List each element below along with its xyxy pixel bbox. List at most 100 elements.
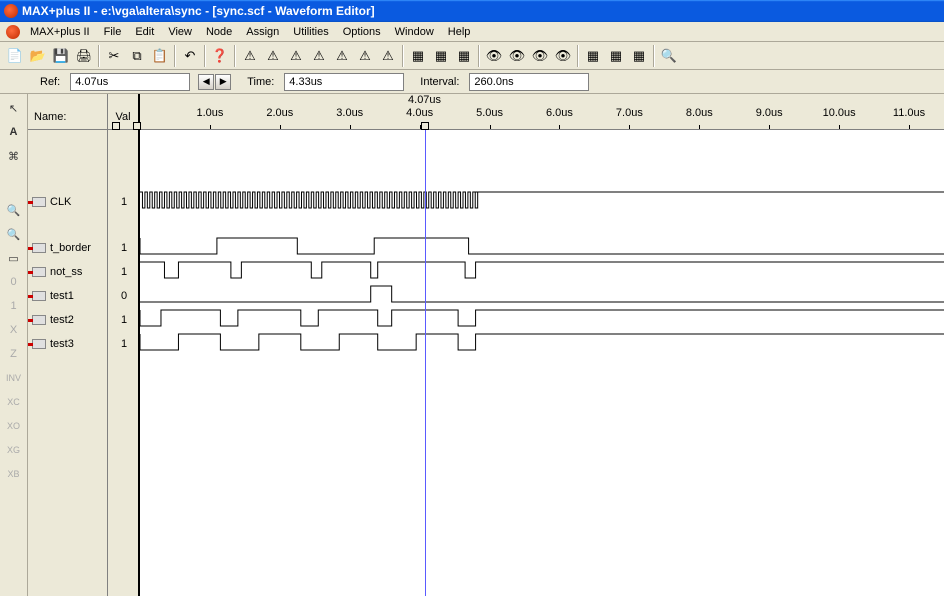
new-icon[interactable]: 📄	[4, 45, 26, 67]
signal-value-not_ss: 1	[108, 260, 140, 284]
pointer-tool-icon[interactable]: ↖	[3, 97, 25, 119]
ref-prev-button[interactable]: ◀	[198, 74, 214, 90]
xg-icon[interactable]: XG	[3, 439, 25, 461]
signal-value-test2: 1	[108, 308, 140, 332]
warn5-icon[interactable]: ⚠	[331, 45, 353, 67]
pin-icon	[32, 339, 46, 349]
menu-window[interactable]: Window	[389, 24, 440, 40]
forcex-icon[interactable]: X	[3, 319, 25, 341]
print-icon[interactable]: 🖨	[73, 45, 95, 67]
xb-icon[interactable]: XB	[3, 463, 25, 485]
ruler-tick: 2.0us	[266, 107, 293, 119]
menu-file[interactable]: File	[98, 24, 128, 40]
xo-icon[interactable]: XO	[3, 415, 25, 437]
waveform-header: Name: Val 4.07us 1.0us2.0us3.0us4.0us5.0…	[28, 94, 944, 130]
signal-row-test2[interactable]: test2	[28, 308, 108, 332]
waveform-panel: Name: Val 4.07us 1.0us2.0us3.0us4.0us5.0…	[28, 94, 944, 596]
toolbar: 📄 📂 💾 🖨 ✂ ⧉ 📋 ↶ ❓ ⚠ ⚠ ⚠ ⚠ ⚠ ⚠ ⚠ ▦ ▦ ▦ 👁 …	[0, 42, 944, 70]
marker-handle[interactable]	[421, 122, 429, 130]
undo-icon[interactable]: ↶	[179, 45, 201, 67]
pin-icon	[32, 291, 46, 301]
origin-handle[interactable]	[112, 122, 120, 130]
cut-icon[interactable]: ✂	[103, 45, 125, 67]
signal-value-t_border: 1	[108, 236, 140, 260]
ref-next-button[interactable]: ▶	[215, 74, 231, 90]
interval-value-box: 260.0ns	[469, 73, 589, 91]
time-value-box: 4.33us	[284, 73, 404, 91]
open-icon[interactable]: 📂	[27, 45, 49, 67]
xc-icon[interactable]: XC	[3, 391, 25, 413]
warn3-icon[interactable]: ⚠	[285, 45, 307, 67]
force1-icon[interactable]: 1	[3, 295, 25, 317]
signal-value-test3: 1	[108, 332, 140, 356]
eye4-icon[interactable]: 👁	[552, 45, 574, 67]
grid3-icon[interactable]: ▦	[628, 45, 650, 67]
ruler-tick: 11.0us	[893, 107, 925, 119]
ruler-tick: 3.0us	[336, 107, 363, 119]
ruler-tick: 1.0us	[196, 107, 223, 119]
grid2-icon[interactable]: ▦	[605, 45, 627, 67]
ruler-tick: 4.0us	[406, 107, 433, 119]
signal-row-CLK[interactable]: CLK	[28, 190, 108, 214]
hier1-icon[interactable]: ▦	[407, 45, 429, 67]
waveedit-tool-icon[interactable]: ⌘	[3, 145, 25, 167]
ref-label: Ref:	[32, 76, 62, 88]
origin-handle[interactable]	[133, 122, 141, 130]
eye1-icon[interactable]: 👁	[483, 45, 505, 67]
warn7-icon[interactable]: ⚠	[377, 45, 399, 67]
menu-bar: MAX+plus II File Edit View Node Assign U…	[0, 22, 944, 42]
warn6-icon[interactable]: ⚠	[354, 45, 376, 67]
vertical-toolbar: ↖ A ⌘ 🔍 🔍 ▭ 0 1 X Z INV XC XO XG XB	[0, 94, 28, 596]
signal-row-test1[interactable]: test1	[28, 284, 108, 308]
help-icon[interactable]: ❓	[209, 45, 231, 67]
search-icon[interactable]: 🔍	[658, 45, 680, 67]
ruler-tick: 8.0us	[686, 107, 713, 119]
warn2-icon[interactable]: ⚠	[262, 45, 284, 67]
menu-node[interactable]: Node	[200, 24, 238, 40]
warn1-icon[interactable]: ⚠	[239, 45, 261, 67]
app-icon	[4, 4, 18, 18]
signal-value-column: 111011	[108, 130, 140, 596]
save-icon[interactable]: 💾	[50, 45, 72, 67]
menu-assign[interactable]: Assign	[240, 24, 285, 40]
window-title: MAX+plus II - e:\vga\altera\sync - [sync…	[22, 4, 375, 18]
app-icon-small	[6, 25, 20, 39]
waveform-body: CLKt_bordernot_sstest1test2test3 111011	[28, 130, 944, 596]
warn4-icon[interactable]: ⚠	[308, 45, 330, 67]
zoom-fit-icon[interactable]: ▭	[3, 247, 25, 269]
eye2-icon[interactable]: 👁	[506, 45, 528, 67]
menu-options[interactable]: Options	[337, 24, 387, 40]
time-cursor[interactable]	[425, 130, 426, 596]
copy-icon[interactable]: ⧉	[126, 45, 148, 67]
grid1-icon[interactable]: ▦	[582, 45, 604, 67]
menu-utilities[interactable]: Utilities	[287, 24, 334, 40]
zoom-out-icon[interactable]: 🔍	[3, 223, 25, 245]
ref-value-box[interactable]: 4.07us	[70, 73, 190, 91]
pin-icon	[32, 267, 46, 277]
menu-view[interactable]: View	[162, 24, 198, 40]
signal-row-not_ss[interactable]: not_ss	[28, 260, 108, 284]
name-column-header: Name:	[28, 94, 108, 129]
menu-help[interactable]: Help	[442, 24, 477, 40]
time-ruler[interactable]: 4.07us 1.0us2.0us3.0us4.0us5.0us6.0us7.0…	[140, 94, 944, 129]
zoom-in-icon[interactable]: 🔍	[3, 199, 25, 221]
signal-value-CLK: 1	[108, 190, 140, 214]
signal-row-test3[interactable]: test3	[28, 332, 108, 356]
signal-row-t_border[interactable]: t_border	[28, 236, 108, 260]
signal-plot-area[interactable]	[140, 130, 944, 596]
signal-value-test1: 0	[108, 284, 140, 308]
signal-name-column: CLK t_bordernot_sstest1test2test3	[28, 130, 108, 596]
ruler-tick: 5.0us	[476, 107, 503, 119]
text-tool-icon[interactable]: A	[3, 121, 25, 143]
interval-label: Interval:	[412, 76, 461, 88]
pin-icon	[32, 243, 46, 253]
eye3-icon[interactable]: 👁	[529, 45, 551, 67]
hier3-icon[interactable]: ▦	[453, 45, 475, 67]
paste-icon[interactable]: 📋	[149, 45, 171, 67]
hier2-icon[interactable]: ▦	[430, 45, 452, 67]
menu-edit[interactable]: Edit	[129, 24, 160, 40]
forcez-icon[interactable]: Z	[3, 343, 25, 365]
menu-app[interactable]: MAX+plus II	[24, 24, 96, 40]
invert-icon[interactable]: INV	[3, 367, 25, 389]
force0-icon[interactable]: 0	[3, 271, 25, 293]
